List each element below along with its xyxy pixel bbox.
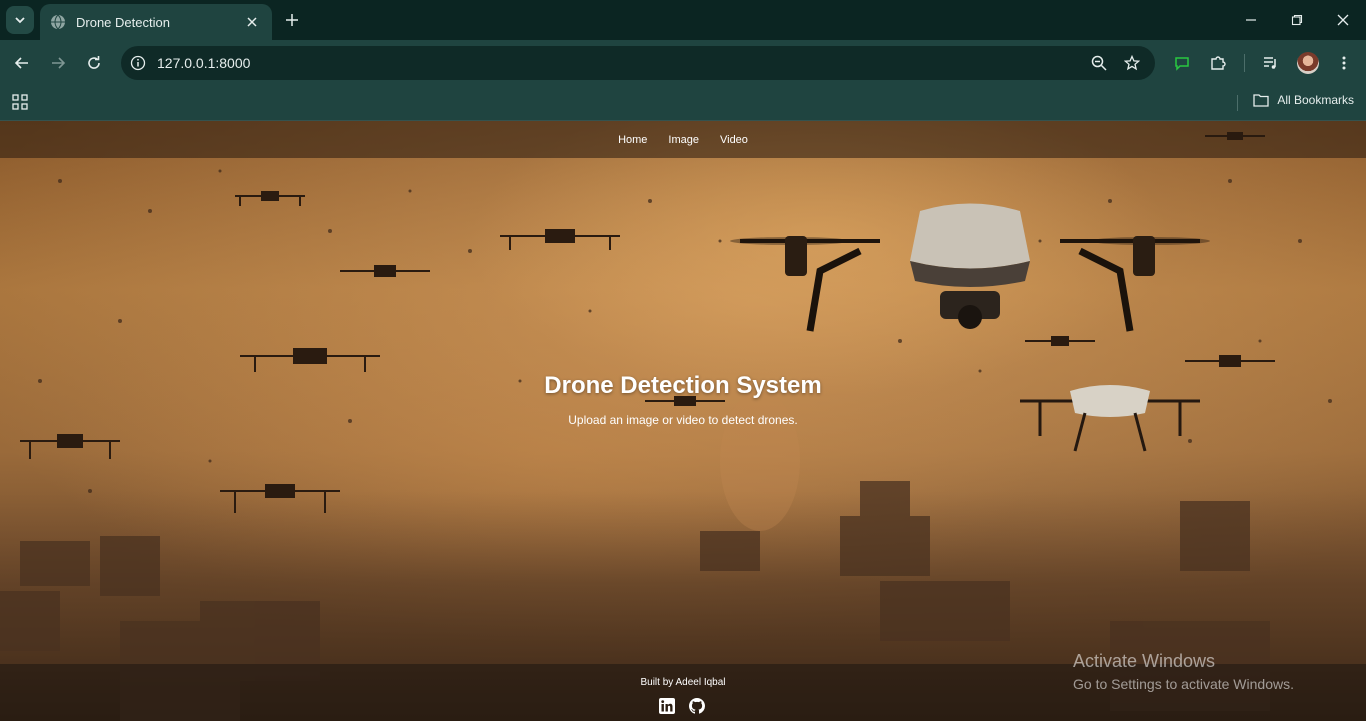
site-navigation: Home Image Video [0,121,1366,158]
browser-tab[interactable]: Drone Detection [40,4,272,40]
media-queue-icon [1264,57,1276,69]
page-viewport: Home Image Video Drone Detection System … [0,121,1366,721]
social-links [659,698,705,714]
linkedin-icon[interactable] [659,698,675,714]
bookmarks-separator [1237,95,1238,111]
windows-activation-watermark: Activate Windows Go to Settings to activ… [1073,651,1294,692]
minimize-button[interactable] [1239,8,1263,32]
arrow-left-icon [14,57,28,69]
chat-icon [1175,57,1189,71]
forward-button[interactable] [46,51,70,75]
address-bar[interactable]: 127.0.0.1:8000 [121,46,1155,80]
nav-home-link[interactable]: Home [618,134,647,146]
watermark-subtitle: Go to Settings to activate Windows. [1073,676,1294,692]
zoom-icon[interactable] [1088,52,1110,74]
all-bookmarks-label: All Bookmarks [1277,93,1354,107]
github-icon[interactable] [689,698,705,714]
page-title: Drone Detection System [544,372,822,399]
browser-toolbar: 127.0.0.1:8000 [0,40,1366,86]
apps-grid-icon[interactable] [11,93,29,111]
profile-avatar[interactable] [1297,52,1319,74]
watermark-title: Activate Windows [1073,651,1216,671]
restore-button[interactable] [1285,8,1309,32]
kebab-menu-icon [1342,56,1346,70]
folder-icon [1253,94,1269,107]
all-bookmarks-button[interactable]: All Bookmarks [1253,93,1354,107]
media-control-button[interactable] [1259,51,1283,75]
chevron-down-icon [15,17,25,24]
bookmark-star-icon[interactable] [1121,52,1143,74]
puzzle-icon [1211,56,1226,70]
url-text[interactable]: 127.0.0.1:8000 [157,55,250,71]
tab-search-button[interactable] [6,6,34,34]
nav-image-link[interactable]: Image [668,134,699,146]
close-window-button[interactable] [1331,8,1355,32]
plus-icon [286,14,298,26]
chat-extension-button[interactable] [1170,51,1194,75]
new-tab-button[interactable] [282,10,302,30]
minimize-icon [1246,19,1256,21]
site-info-icon[interactable] [127,52,149,74]
back-button[interactable] [10,51,34,75]
tab-title: Drone Detection [76,14,170,30]
restore-icon [1291,14,1303,26]
extensions-button[interactable] [1206,51,1230,75]
close-tab-icon[interactable] [242,12,262,32]
toolbar-separator [1244,54,1245,72]
tab-strip: Drone Detection [0,0,1366,40]
reload-button[interactable] [82,51,106,75]
nav-video-link[interactable]: Video [720,134,748,146]
reload-icon [88,56,100,69]
arrow-right-icon [52,57,66,69]
globe-icon [50,14,66,30]
close-icon [1337,14,1349,26]
menu-button[interactable] [1332,51,1356,75]
page-subtitle: Upload an image or video to detect drone… [568,413,798,427]
bookmarks-bar: All Bookmarks [0,86,1366,121]
